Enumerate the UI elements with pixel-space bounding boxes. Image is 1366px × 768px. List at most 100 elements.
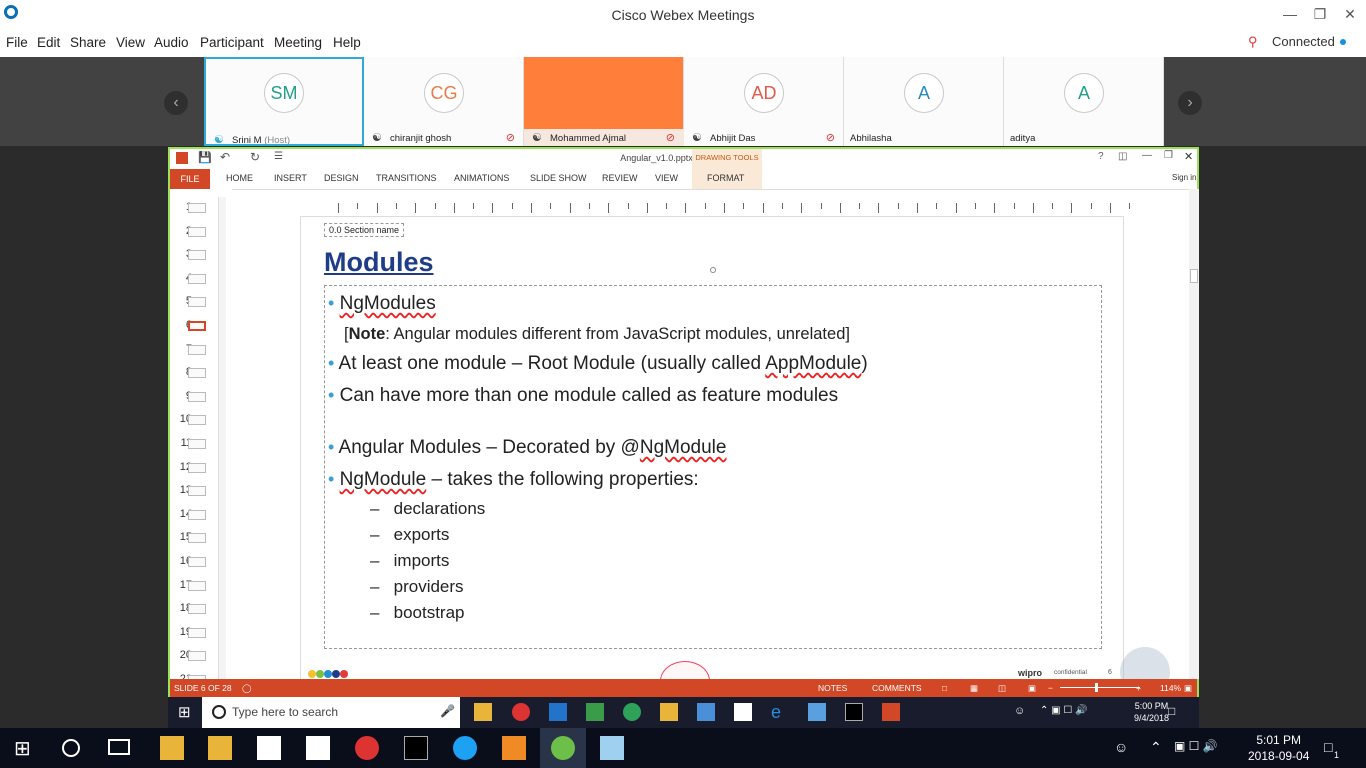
- tray-up-icon[interactable]: ⌃: [1150, 739, 1162, 756]
- edge-icon[interactable]: e: [771, 703, 789, 721]
- slide-thumbnail[interactable]: [188, 651, 206, 662]
- menu-share[interactable]: Share: [70, 35, 106, 50]
- pp-close-button[interactable]: ✕: [1184, 150, 1193, 163]
- slide-thumbnail[interactable]: [188, 462, 206, 473]
- slide-thumbnail[interactable]: [188, 557, 206, 567]
- menu-edit[interactable]: Edit: [37, 35, 60, 50]
- minimize-button[interactable]: —: [1279, 4, 1301, 24]
- notifications-icon[interactable]: □: [1168, 704, 1175, 718]
- mail-icon[interactable]: [734, 703, 752, 721]
- slide-thumbnail[interactable]: [188, 391, 206, 402]
- menu-meeting[interactable]: Meeting: [274, 35, 322, 50]
- mail-icon[interactable]: [257, 736, 281, 760]
- slide-thumbnail[interactable]: [188, 533, 206, 544]
- zoom-out-button[interactable]: −: [1048, 683, 1053, 693]
- zoom-slider-thumb[interactable]: [1095, 683, 1098, 692]
- slide-sorter-icon[interactable]: ▦: [970, 683, 978, 694]
- zoom-slider[interactable]: [1060, 687, 1140, 688]
- participant-tile[interactable]: CG ☯ chiranjit ghosh ⊘: [364, 57, 524, 146]
- tray-icons[interactable]: ▣ ☐ 🔊: [1174, 739, 1218, 753]
- slide-title[interactable]: Modules: [324, 247, 434, 278]
- notes-button[interactable]: NOTES: [818, 683, 847, 693]
- people-icon[interactable]: ☺: [1114, 739, 1128, 755]
- tab-transitions[interactable]: TRANSITIONS: [376, 173, 437, 183]
- menu-audio[interactable]: Audio: [154, 35, 189, 50]
- tab-file[interactable]: FILE: [170, 169, 210, 189]
- slide-thumbnail[interactable]: [188, 580, 206, 591]
- tab-slide-show[interactable]: SLIDE SHOW: [530, 173, 587, 183]
- scroll-right-button[interactable]: ›: [1178, 91, 1202, 115]
- tab-design[interactable]: DESIGN: [324, 173, 359, 183]
- inner-clock[interactable]: 5:00 PM 9/4/2018: [1134, 700, 1169, 724]
- ribbon-display-icon[interactable]: ◫: [1118, 151, 1127, 162]
- file-explorer-icon[interactable]: [160, 736, 184, 760]
- app-icon[interactable]: [623, 703, 641, 721]
- app-icon[interactable]: [808, 703, 826, 721]
- slide-thumbnail[interactable]: [188, 273, 206, 284]
- pp-restore-button[interactable]: ❐: [1164, 150, 1173, 161]
- tab-home[interactable]: HOME: [226, 173, 253, 183]
- slide-thumbnail[interactable]: [188, 439, 206, 449]
- slide-thumbnail[interactable]: [188, 321, 206, 331]
- tab-view[interactable]: VIEW: [655, 173, 678, 183]
- slide-thumbnail[interactable]: [188, 226, 206, 237]
- participant-tile[interactable]: SM ☯ Srini M (Host): [204, 57, 364, 146]
- slide-thumbnail[interactable]: [188, 203, 206, 213]
- participant-tile-active-speaker[interactable]: ☯ Mohammed Ajmal ⊘: [524, 57, 684, 146]
- app-icon[interactable]: [600, 736, 624, 760]
- terminal-icon[interactable]: [845, 703, 863, 721]
- comments-button[interactable]: COMMENTS: [872, 683, 922, 693]
- tab-insert[interactable]: INSERT: [274, 173, 307, 183]
- powerpoint-taskbar-icon[interactable]: [882, 703, 900, 721]
- notifications-icon[interactable]: □: [1324, 739, 1332, 755]
- slide-thumbnail[interactable]: [188, 344, 206, 355]
- file-explorer-icon[interactable]: [474, 703, 492, 721]
- microphone-icon[interactable]: 🎤: [440, 704, 455, 718]
- slide-thumbnail[interactable]: [188, 604, 206, 615]
- participant-tile[interactable]: A aditya: [1004, 57, 1164, 146]
- pp-minimize-button[interactable]: —: [1142, 150, 1152, 161]
- slide-thumbnail[interactable]: [188, 486, 206, 497]
- webex-taskbar-icon[interactable]: [551, 736, 575, 760]
- participant-tile[interactable]: A Abhilasha: [844, 57, 1004, 146]
- notepadpp-icon[interactable]: [586, 703, 604, 721]
- tab-review[interactable]: REVIEW: [602, 173, 638, 183]
- people-icon[interactable]: ☺: [1014, 705, 1025, 717]
- clock[interactable]: 5:01 PM 2018-09-04: [1248, 732, 1309, 764]
- help-icon[interactable]: ?: [1098, 151, 1104, 162]
- slide-thumbnail[interactable]: [188, 415, 206, 426]
- restore-button[interactable]: ❐: [1309, 4, 1331, 24]
- slide-thumbnail[interactable]: [188, 297, 206, 308]
- spelling-icon[interactable]: ◯: [242, 683, 252, 694]
- mic-muted-icon[interactable]: ⚲: [1248, 34, 1258, 50]
- vscode-icon[interactable]: [549, 703, 567, 721]
- zoom-level[interactable]: 114%: [1160, 683, 1181, 693]
- skype-icon[interactable]: [453, 736, 477, 760]
- windows-start-icon[interactable]: ⊞: [178, 703, 191, 721]
- slide-thumbnail[interactable]: [188, 509, 206, 520]
- terminal-icon[interactable]: [404, 736, 428, 760]
- rotate-handle-icon[interactable]: [710, 267, 716, 273]
- menu-view[interactable]: View: [116, 35, 145, 50]
- sign-in-link[interactable]: Sign in: [1172, 173, 1196, 182]
- normal-view-icon[interactable]: □: [942, 683, 947, 693]
- chrome-icon[interactable]: [355, 736, 379, 760]
- tab-animations[interactable]: ANIMATIONS: [454, 173, 509, 183]
- vertical-scrollbar[interactable]: [1189, 189, 1199, 679]
- search-box[interactable]: Type here to search 🎤: [202, 697, 460, 728]
- slide-thumbnail[interactable]: [188, 250, 206, 261]
- slide-thumbnail[interactable]: [188, 368, 206, 379]
- sublime-icon[interactable]: [502, 736, 526, 760]
- close-button[interactable]: ✕: [1339, 4, 1361, 24]
- app-icon[interactable]: [697, 703, 715, 721]
- calculator-icon[interactable]: [306, 736, 330, 760]
- tray-icons[interactable]: ⌃ ▣ ☐ 🔊: [1040, 705, 1088, 716]
- zoom-in-button[interactable]: +: [1136, 683, 1141, 693]
- store-icon[interactable]: [660, 703, 678, 721]
- menu-file[interactable]: File: [6, 35, 28, 50]
- windows-start-icon[interactable]: ⊞: [14, 736, 31, 761]
- menu-participant[interactable]: Participant: [200, 35, 264, 50]
- menu-help[interactable]: Help: [333, 35, 361, 50]
- slideshow-icon[interactable]: ▣: [1028, 683, 1036, 694]
- cortana-icon[interactable]: [62, 739, 80, 757]
